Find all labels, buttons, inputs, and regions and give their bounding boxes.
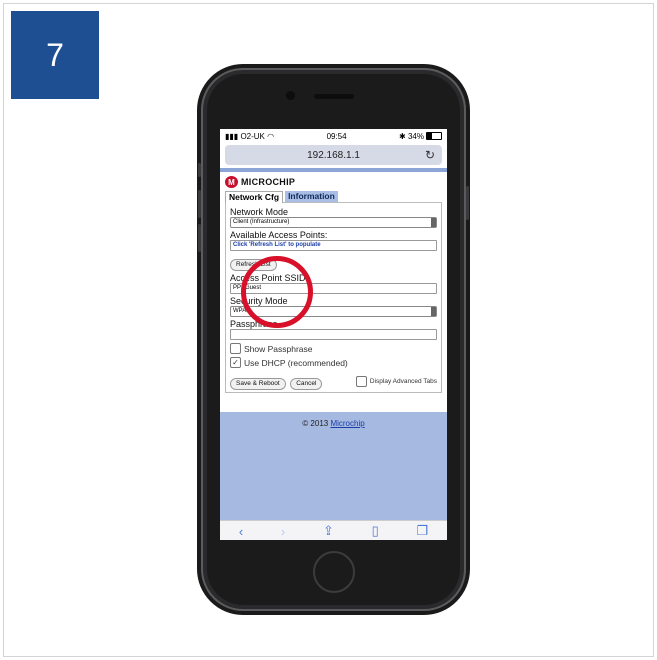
tab-network-cfg[interactable]: Network Cfg [225,191,284,203]
tab-information[interactable]: Information [285,191,338,202]
logo-text: MICROCHIP [241,177,296,187]
share-icon[interactable]: ⇪ [323,523,334,539]
network-mode-label: Network Mode [230,207,289,217]
advanced-tabs-checkbox [355,375,367,387]
copyright-text: © 2013 Microchip [302,419,365,428]
earpiece-speaker [314,94,354,99]
volume-down-button [198,224,201,252]
clock: 09:54 [326,131,347,141]
microchip-link[interactable]: Microchip [330,419,364,428]
address-bar[interactable]: 192.168.1.1 ↻ [225,145,442,165]
power-button [466,186,469,220]
cancel-button[interactable]: Cancel [290,378,323,390]
bluetooth-icon: ✱ [399,131,406,141]
battery-area: ✱ 34% [399,132,442,141]
mute-switch [198,163,201,177]
browser-toolbar: ‹ › ⇪ ▯ ❐ [220,520,447,540]
forward-icon[interactable]: › [281,524,285,539]
advanced-tabs-option[interactable]: Display Advanced Tabs [355,375,437,387]
url-text: 192.168.1.1 [307,149,360,161]
action-row: Save & Reboot Cancel Display Advanced Ta… [230,372,437,390]
use-dhcp-checkbox: ✓ [230,357,241,368]
carrier-signal: ▮▮▮ O2-UK ◠ [225,131,275,141]
wifi-icon: ◠ [267,131,275,141]
dropdown-arrow-icon [431,307,436,316]
save-reboot-button[interactable]: Save & Reboot [230,378,286,390]
show-passphrase-option[interactable]: Show Passphrase [230,343,437,354]
passphrase-input[interactable] [230,329,437,340]
tabs-icon[interactable]: ❐ [416,523,428,539]
step-number-badge: 7 [11,11,99,99]
phone-screen: ▮▮▮ O2-UK ◠ 09:54 ✱ 34% 192.168.1.1 ↻ M … [220,129,447,540]
front-camera [286,91,295,100]
back-icon[interactable]: ‹ [239,524,243,539]
page-footer: © 2013 Microchip [220,412,447,520]
logo-mark: M [225,176,238,188]
battery-icon [426,132,442,141]
use-dhcp-option[interactable]: ✓ Use DHCP (recommended) [230,357,437,368]
volume-up-button [198,190,201,218]
iphone-frame: ▮▮▮ O2-UK ◠ 09:54 ✱ 34% 192.168.1.1 ↻ M … [198,68,469,611]
home-button[interactable] [313,551,355,593]
tab-bar: Network Cfg Information [225,191,442,203]
available-ap-list[interactable]: Click 'Refresh List' to populate [230,240,437,251]
network-mode-select[interactable]: Client (Infrastructure) [230,217,437,228]
bookmarks-icon[interactable]: ▯ [372,523,379,539]
highlight-circle [241,256,313,328]
status-bar: ▮▮▮ O2-UK ◠ 09:54 ✱ 34% [220,129,447,143]
dropdown-arrow-icon [431,218,436,227]
show-passphrase-checkbox [230,343,241,354]
reload-icon[interactable]: ↻ [425,148,435,162]
available-ap-label: Available Access Points: [230,230,328,240]
microchip-logo: M MICROCHIP [225,175,442,189]
